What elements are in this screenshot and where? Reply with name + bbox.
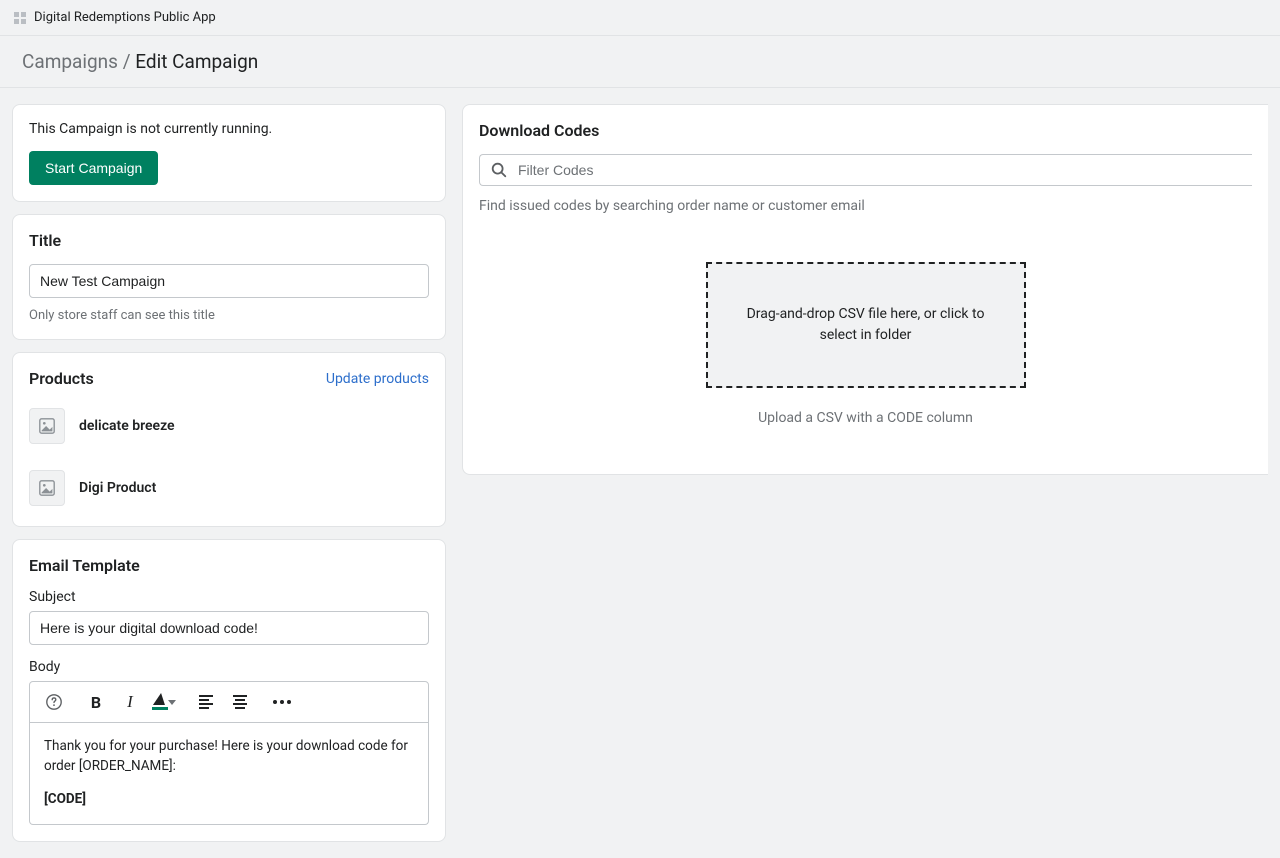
help-icon[interactable] xyxy=(42,690,66,714)
products-heading: Products xyxy=(29,369,94,388)
products-card: Products Update products delicate breeze… xyxy=(12,352,446,527)
body-editor[interactable]: Thank you for your purchase! Here is you… xyxy=(29,723,429,825)
status-message: This Campaign is not currently running. xyxy=(29,121,429,137)
body-code-placeholder: [CODE] xyxy=(44,790,414,810)
title-input[interactable] xyxy=(29,264,429,298)
editor-toolbar: B I xyxy=(29,681,429,723)
title-card: Title Only store staff can see this titl… xyxy=(12,214,446,340)
align-left-button[interactable] xyxy=(194,690,218,714)
breadcrumb-current: Edit Campaign xyxy=(135,50,258,73)
list-item: Digi Product xyxy=(29,464,429,510)
email-heading: Email Template xyxy=(29,556,429,575)
breadcrumb-bar: Campaigns / Edit Campaign xyxy=(0,36,1280,88)
align-center-button[interactable] xyxy=(228,690,252,714)
body-text: Thank you for your purchase! Here is you… xyxy=(44,737,414,776)
download-codes-heading: Download Codes xyxy=(479,121,1252,140)
app-icon xyxy=(14,12,26,24)
breadcrumb: Campaigns / Edit Campaign xyxy=(22,50,258,73)
filter-codes-wrap xyxy=(479,154,1252,186)
italic-button[interactable]: I xyxy=(118,690,142,714)
email-template-card: Email Template Subject Body B I xyxy=(12,539,446,842)
image-placeholder-icon xyxy=(29,470,65,506)
filter-codes-input[interactable] xyxy=(518,162,1242,178)
dropzone-text: Drag-and-drop CSV file here, or click to… xyxy=(738,304,994,346)
subject-input[interactable] xyxy=(29,611,429,645)
image-placeholder-icon xyxy=(29,408,65,444)
breadcrumb-sep: / xyxy=(123,50,131,73)
breadcrumb-root[interactable]: Campaigns xyxy=(22,50,118,73)
csv-dropzone[interactable]: Drag-and-drop CSV file here, or click to… xyxy=(706,262,1026,388)
app-name: Digital Redemptions Public App xyxy=(34,10,216,25)
subject-label: Subject xyxy=(29,589,429,605)
body-label: Body xyxy=(29,659,429,675)
chevron-down-icon xyxy=(168,700,176,705)
upload-hint: Upload a CSV with a CODE column xyxy=(758,410,973,426)
title-heading: Title xyxy=(29,231,429,250)
start-campaign-button[interactable]: Start Campaign xyxy=(29,151,158,185)
product-name: delicate breeze xyxy=(79,418,175,434)
bold-button[interactable]: B xyxy=(84,690,108,714)
update-products-link[interactable]: Update products xyxy=(326,371,429,387)
download-codes-card: Download Codes Find issued codes by sear… xyxy=(462,104,1268,475)
product-name: Digi Product xyxy=(79,480,156,496)
filter-help: Find issued codes by searching order nam… xyxy=(479,198,1252,214)
list-item: delicate breeze xyxy=(29,402,429,464)
status-card: This Campaign is not currently running. … xyxy=(12,104,446,202)
text-color-button[interactable] xyxy=(152,690,176,714)
search-icon xyxy=(490,161,508,179)
title-help: Only store staff can see this title xyxy=(29,308,429,323)
topbar: Digital Redemptions Public App xyxy=(0,0,1280,36)
more-icon[interactable] xyxy=(270,690,294,714)
